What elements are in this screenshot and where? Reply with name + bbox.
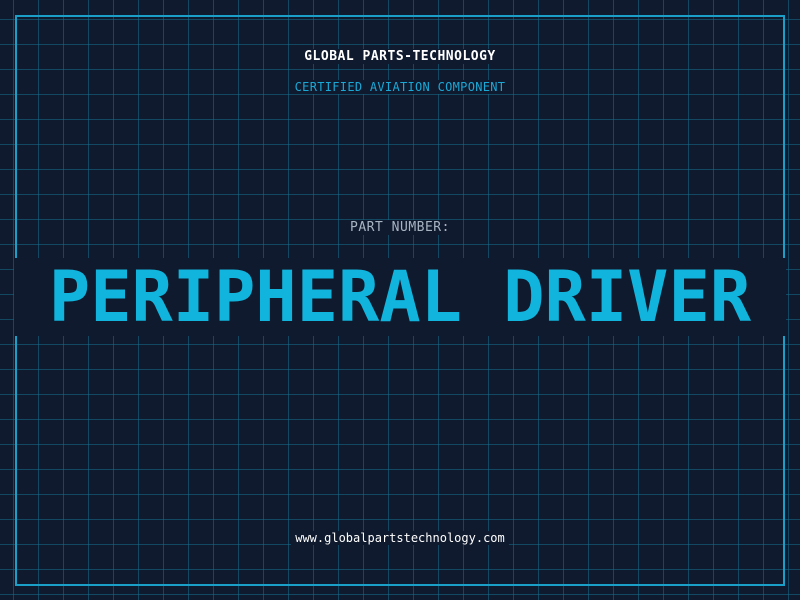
website-url-text: www.globalpartstechnology.com xyxy=(291,531,509,545)
certification-tagline-text: CERTIFIED AVIATION COMPONENT xyxy=(290,80,510,94)
part-name: PERIPHERAL DRIVER xyxy=(48,256,752,338)
certification-tagline: CERTIFIED AVIATION COMPONENT xyxy=(0,80,800,94)
website-url: www.globalpartstechnology.com xyxy=(0,531,800,545)
part-number-label: PART NUMBER: xyxy=(0,220,800,235)
company-name-text: GLOBAL PARTS-TECHNOLOGY xyxy=(300,49,500,64)
part-number-label-text: PART NUMBER: xyxy=(346,220,454,235)
company-name: GLOBAL PARTS-TECHNOLOGY xyxy=(0,49,800,64)
